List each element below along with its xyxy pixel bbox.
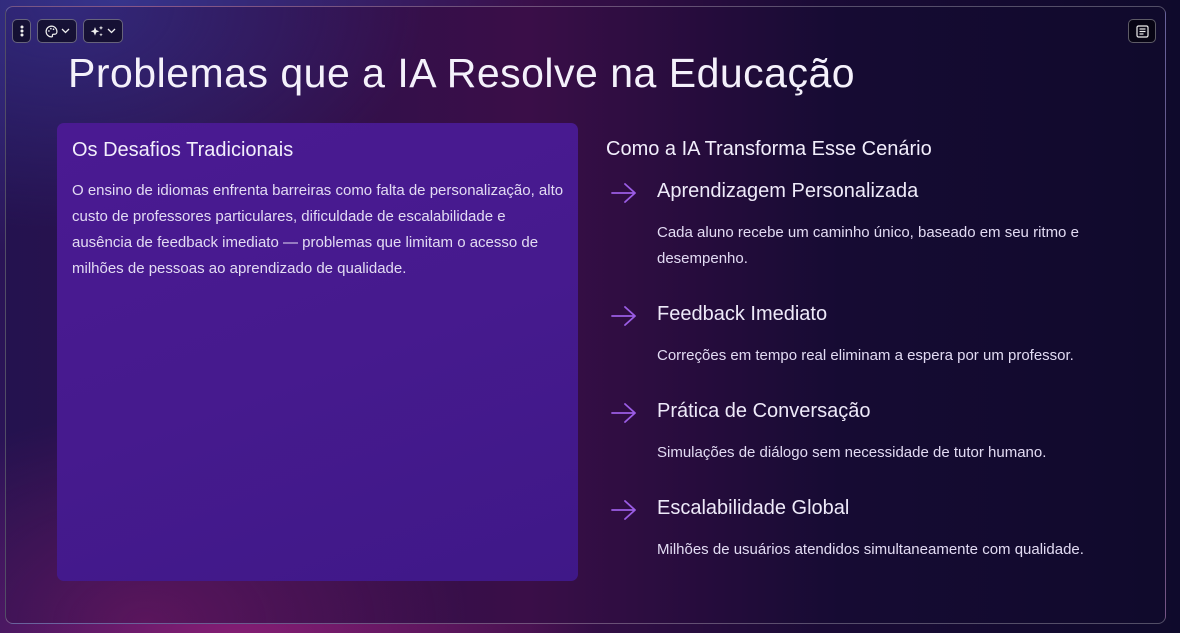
arrow-right-icon [611,500,636,520]
sparkles-icon [90,25,104,36]
palette-icon [45,25,57,37]
ai-assist-button[interactable] [83,19,123,43]
solutions-heading: Como a IA Transforma Esse Cenário [606,138,932,160]
arrow-right-icon [611,183,636,203]
more-options-button[interactable] [12,19,31,43]
list-item-title: Escalabilidade Global [657,497,850,519]
slide-title: Problemas que a IA Resolve na Educação [68,50,856,96]
list-item-title: Feedback Imediato [657,303,828,325]
list-item-title: Prática de Conversação [657,400,871,422]
list-item-description: Milhões de usuários atendidos simultanea… [657,541,1084,558]
slide-background: Problemas que a IA Resolve na Educação O… [0,0,1180,633]
chevron-down-icon [61,28,69,34]
list-item-description: Correções em tempo real eliminam a esper… [657,347,1074,364]
arrow-right-icon [611,306,636,326]
challenges-body: O ensino de idiomas enfrenta barreiras c… [72,182,564,277]
speaker-notes-button[interactable] [1128,19,1156,43]
list-item-title: Aprendizagem Personalizada [657,180,919,202]
list-item-description: Simulações de diálogo sem necessidade de… [657,444,1047,461]
arrow-right-icon [611,403,636,423]
theme-button[interactable] [37,19,77,43]
chevron-down-icon [107,28,116,34]
notes-icon [1135,24,1149,38]
list-item-description: Cada aluno recebe um caminho único, base… [657,224,1079,267]
challenges-panel: Os Desafios Tradicionais O ensino de idi… [57,123,578,581]
challenges-heading: Os Desafios Tradicionais [72,139,294,161]
vertical-ellipsis-icon [20,25,23,37]
